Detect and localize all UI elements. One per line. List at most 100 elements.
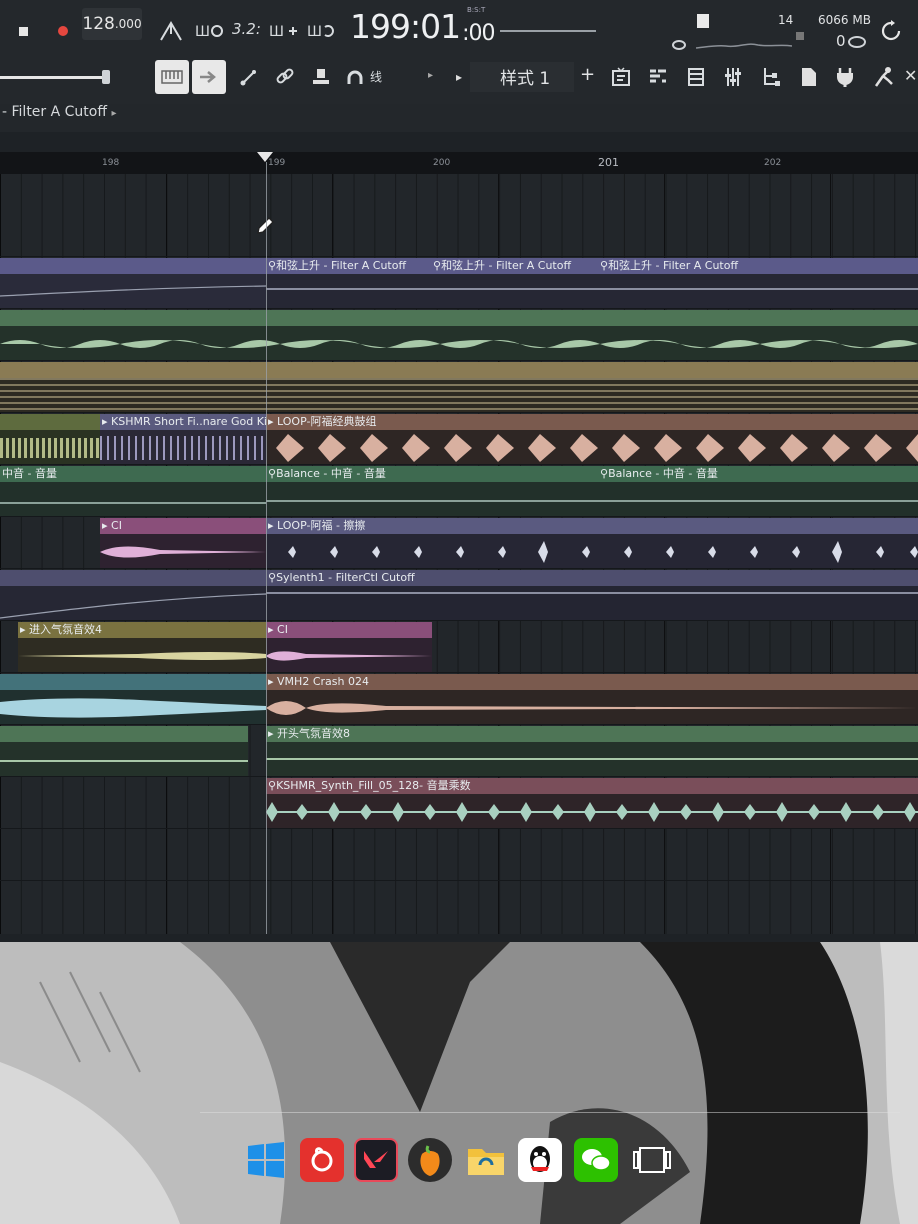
project-notes-icon[interactable] (794, 62, 824, 92)
audio-clip[interactable] (0, 726, 248, 776)
channel-rack-icon[interactable] (681, 62, 711, 92)
pattern-prev-arrow[interactable]: ▸ (456, 70, 462, 84)
automation-clip[interactable]: ⚲和弦上升 - Filter A Cutoff (598, 258, 918, 308)
toolbar-overflow-icon[interactable]: ✕ (904, 66, 917, 85)
lane-separator (0, 880, 918, 881)
clip-label: ▸ VMH2 Crash 024 (266, 674, 918, 690)
pattern-name[interactable]: 样式 1 (500, 64, 550, 89)
audio-clip[interactable]: ▸ VMH2 Crash 024 (266, 674, 918, 724)
loop-record-icon[interactable]: Ш (306, 16, 336, 46)
browser-icon[interactable] (756, 62, 786, 92)
memory-value: 6066 MB (818, 13, 871, 27)
automation-curve (266, 592, 918, 594)
lane-separator (0, 256, 918, 257)
reset-icon[interactable] (876, 16, 906, 46)
clip-header (0, 414, 100, 430)
clip-name: LOOP-阿福经典鼓组 (277, 415, 377, 428)
waveform (0, 698, 266, 718)
lane-separator (0, 412, 918, 413)
automation-clip[interactable]: ⚲和弦上升 - Filter A Cutoff (431, 258, 598, 308)
automation-curve (598, 288, 918, 290)
slide-note-icon[interactable] (234, 62, 264, 92)
help-pointer-icon[interactable] (868, 62, 898, 92)
link-icon: ⚲ (268, 467, 277, 480)
waveform (266, 651, 432, 661)
audio-clip[interactable]: ▸ LOOP-阿福经典鼓组 (266, 414, 918, 464)
audio-clip[interactable]: ▸ CI (266, 622, 432, 672)
stop-icon[interactable] (8, 16, 38, 46)
clip-name: CI (111, 519, 122, 532)
typing-keyboard-button[interactable] (155, 60, 189, 94)
audio-clip[interactable] (0, 414, 100, 464)
clip-label: ⚲Balance - 中音 - 音量 (598, 466, 918, 482)
audio-clip[interactable] (0, 362, 918, 412)
automation-clip[interactable] (0, 570, 266, 620)
link-icon: ⚲ (268, 571, 277, 584)
audio-clip[interactable]: ▸ CI (100, 518, 266, 568)
audio-clip[interactable] (0, 674, 266, 724)
wait-record-icon[interactable]: Ш (194, 16, 224, 46)
lane-separator (0, 308, 918, 309)
windows-icon[interactable] (244, 1138, 288, 1182)
audio-clip[interactable] (0, 310, 918, 360)
waveform (266, 802, 918, 822)
playlist-title-bar (0, 104, 918, 132)
automation-clip[interactable]: 中音 - 音量 (0, 466, 266, 516)
task-view-icon[interactable] (630, 1138, 674, 1182)
automation-clip[interactable] (0, 258, 266, 308)
audio-clip[interactable]: ▸ 进入气氛音效4 (18, 622, 266, 672)
add-pattern-button[interactable]: + (580, 64, 595, 85)
blend-notes-icon[interactable]: Ш (268, 16, 298, 46)
automation-clip[interactable]: ⚲和弦上升 - Filter A Cutoff (266, 258, 431, 308)
lane-separator (0, 724, 918, 725)
audio-clip[interactable]: ▸ LOOP-阿福 - 擦擦 (266, 518, 918, 568)
magnet-icon[interactable] (340, 64, 370, 94)
metronome-icon[interactable] (156, 16, 186, 46)
fl-studio-icon[interactable] (408, 1138, 452, 1182)
pattern-number[interactable]: 3.2: (232, 20, 261, 38)
cpu-indicator (697, 14, 709, 28)
clip-label: ▸ KSHMR Short Fi..nare God Kinda (100, 414, 266, 430)
snap-dropdown-arrow[interactable]: ▸ (428, 70, 433, 81)
audio-clip[interactable]: ⚲KSHMR_Synth_Fill_05_128- 音量乘数 (266, 778, 918, 828)
plugin-icon[interactable] (830, 62, 860, 92)
netease-music-icon[interactable] (300, 1138, 344, 1182)
cpu-graph (696, 43, 792, 49)
clip-header (0, 570, 266, 586)
tempo-display[interactable]: 128.000 (82, 8, 142, 40)
mixer-icon[interactable] (718, 62, 748, 92)
piano-roll-icon[interactable] (643, 62, 673, 92)
wechat-icon[interactable] (574, 1138, 618, 1182)
record-icon[interactable] (48, 16, 78, 46)
master-volume-handle[interactable] (102, 70, 110, 84)
master-volume-slider[interactable] (0, 76, 102, 79)
audio-clip[interactable]: ▸ KSHMR Short Fi..nare God Kinda (100, 414, 266, 464)
lane-separator (0, 568, 918, 569)
automation-clip[interactable]: ⚲Balance - 中音 - 音量 (598, 466, 918, 516)
playlist-path[interactable]: - Filter A Cutoff ▸ (2, 104, 116, 120)
step-edit-button[interactable] (192, 60, 226, 94)
link-icon[interactable] (270, 62, 300, 92)
stamp-icon[interactable] (306, 62, 336, 92)
clip-name: 进入气氛音效4 (29, 623, 103, 636)
clip-label: ▸ CI (266, 622, 432, 638)
file-explorer-icon[interactable] (464, 1138, 508, 1182)
bar-number: 200 (433, 158, 451, 168)
memory-indicator (796, 32, 804, 40)
audio-clip[interactable]: ▸ 开头气氛音效8 (266, 726, 918, 776)
automation-curve (266, 288, 431, 290)
play-icon: ▸ (20, 623, 30, 636)
qq-icon[interactable] (518, 1138, 562, 1182)
playlist-icon[interactable] (606, 62, 636, 92)
time-format-label: B:S:T (467, 6, 486, 14)
valorant-icon[interactable] (354, 1138, 398, 1182)
waveform (266, 758, 918, 760)
automation-clip[interactable]: ⚲Sylenth1 - FilterCtl Cutoff (266, 570, 918, 620)
lane-separator (0, 464, 918, 465)
snap-label[interactable]: 线 (370, 68, 382, 85)
automation-clip[interactable]: ⚲Balance - 中音 - 音量 (266, 466, 598, 516)
clip-label: ▸ CI (100, 518, 266, 534)
svg-text:Ш: Ш (269, 24, 284, 40)
playhead-marker[interactable] (257, 152, 273, 162)
lane-separator (0, 620, 918, 621)
